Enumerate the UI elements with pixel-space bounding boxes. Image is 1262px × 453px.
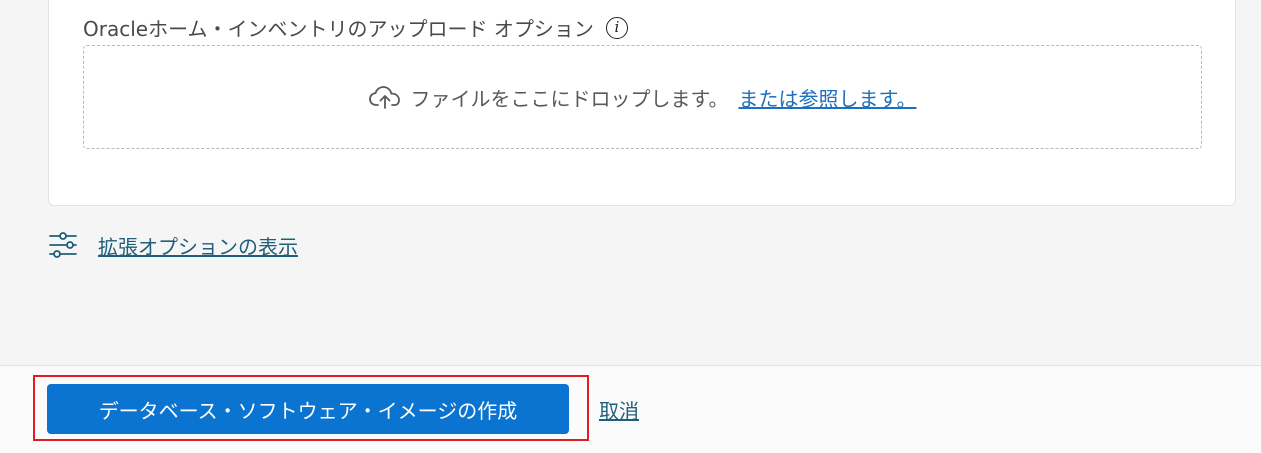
upload-label: Oracleホーム・インベントリのアップロード オプション <box>83 17 594 41</box>
file-dropzone[interactable]: ファイルをここにドロップします。 または参照します。 <box>83 45 1202 149</box>
cloud-upload-icon <box>368 85 401 109</box>
create-database-software-image-button[interactable]: データベース・ソフトウェア・イメージの作成 <box>47 384 569 434</box>
upload-label-row: Oracleホーム・インベントリのアップロード オプション i <box>83 13 628 42</box>
page: Oracleホーム・インベントリのアップロード オプション i ファイルをここに… <box>0 0 1262 453</box>
advanced-options-link[interactable]: 拡張オプションの表示 <box>98 231 298 260</box>
cancel-link[interactable]: 取消 <box>599 395 639 424</box>
browse-link[interactable]: または参照します。 <box>739 83 917 112</box>
info-icon[interactable]: i <box>605 16 628 39</box>
sliders-icon <box>48 230 78 260</box>
dropzone-text: ファイルをここにドロップします。 <box>410 86 729 111</box>
advanced-options-row[interactable]: 拡張オプションの表示 <box>48 230 298 260</box>
upload-card: Oracleホーム・インベントリのアップロード オプション i ファイルをここに… <box>48 0 1236 206</box>
